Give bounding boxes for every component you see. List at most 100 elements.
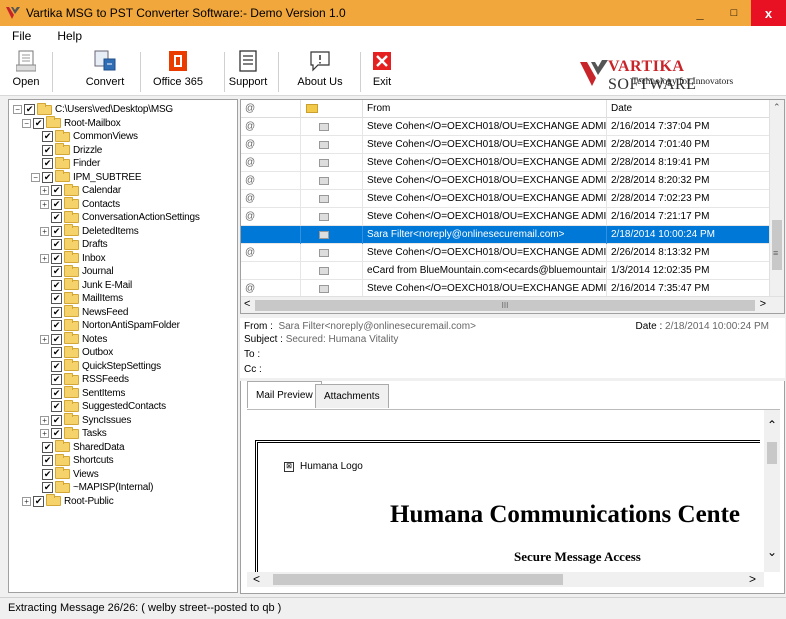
tree-node[interactable]: + ✔ Tasks	[40, 426, 107, 440]
checkbox[interactable]: ✔	[51, 198, 62, 210]
preview-scroll-down-icon[interactable]: ⌄	[767, 545, 777, 559]
horizontal-scroll-thumb[interactable]: III	[255, 300, 755, 311]
checkbox[interactable]: ✔	[51, 347, 62, 358]
tree-node[interactable]: ✔ NortonAntiSpamFolder	[51, 318, 180, 332]
tree-node[interactable]: + ✔ Notes	[40, 332, 107, 346]
close-button[interactable]: x	[751, 0, 786, 26]
tree-node[interactable]: ✔ Finder	[42, 156, 100, 170]
tree-node[interactable]: ✔ QuickStepSettings	[51, 359, 161, 373]
about-us-button[interactable]: About Us	[292, 46, 348, 96]
preview-horizontal-scrollbar[interactable]: < >	[247, 572, 764, 587]
list-vertical-scrollbar[interactable]: ⌃ ≡	[769, 100, 784, 297]
checkbox[interactable]: ✔	[24, 104, 35, 115]
message-list[interactable]: @ From Date @ Steve Cohen</O=OEXCH018/OU=…	[240, 99, 785, 314]
message-row[interactable]: Sara Filter<noreply@onlinesecuremail.com…	[241, 226, 771, 244]
tree-node[interactable]: ✔ Junk E-Mail	[51, 278, 132, 292]
checkbox[interactable]: ✔	[51, 212, 62, 223]
message-row[interactable]: @ Steve Cohen</O=OEXCH018/OU=EXCHANGE ADM…	[241, 208, 771, 226]
tree-node[interactable]: ✔ MailItems	[51, 291, 123, 305]
checkbox[interactable]: ✔	[42, 131, 53, 142]
office365-button[interactable]: Office 365	[148, 46, 208, 96]
checkbox[interactable]: ✔	[42, 158, 53, 169]
collapse-icon[interactable]: −	[31, 172, 40, 182]
open-button[interactable]: Open	[8, 46, 44, 96]
tree-node[interactable]: ✔ SentItems	[51, 386, 125, 400]
tree-node[interactable]: ✔ Outbox	[51, 345, 113, 359]
column-attachment[interactable]: @	[241, 100, 301, 118]
scroll-right-icon[interactable]: >	[760, 298, 766, 310]
tree-node[interactable]: ✔ NewsFeed	[51, 305, 128, 319]
scroll-thumb[interactable]	[772, 220, 782, 270]
expand-icon[interactable]: +	[40, 429, 49, 438]
tab-attachments[interactable]: Attachments	[315, 384, 389, 408]
message-row[interactable]: eCard from BlueMountain.com<ecards@bluem…	[241, 262, 771, 280]
checkbox[interactable]: ✔	[51, 185, 62, 196]
checkbox[interactable]: ✔	[42, 441, 53, 453]
checkbox[interactable]: ✔	[51, 360, 62, 372]
expand-icon[interactable]: +	[40, 226, 49, 236]
tree-node[interactable]: ✔ SharedData	[42, 440, 125, 454]
column-date[interactable]: Date	[607, 100, 771, 118]
tree-node[interactable]: ✔ Shortcuts	[42, 453, 114, 467]
checkbox[interactable]: ✔	[51, 401, 62, 412]
checkbox[interactable]: ✔	[42, 482, 53, 493]
checkbox[interactable]: ✔	[42, 468, 53, 480]
tree-node[interactable]: ✔ CommonViews	[42, 129, 138, 143]
checkbox[interactable]: ✔	[51, 293, 62, 304]
checkbox[interactable]: ✔	[51, 374, 62, 385]
checkbox[interactable]: ✔	[51, 333, 62, 345]
tree-node[interactable]: ✔ RSSFeeds	[51, 372, 129, 386]
checkbox[interactable]: ✔	[42, 144, 53, 156]
tree-node[interactable]: ✔ Journal	[51, 264, 114, 278]
tree-node[interactable]: ✔ ~MAPISP(Internal)	[42, 480, 153, 494]
tree-node[interactable]: + ✔ Contacts	[40, 197, 120, 211]
checkbox[interactable]: ✔	[51, 279, 62, 291]
tree-node[interactable]: + ✔ SyncIssues	[40, 413, 131, 427]
preview-scroll-up-icon[interactable]: ⌃	[767, 418, 777, 432]
collapse-icon[interactable]: −	[22, 118, 31, 128]
collapse-icon[interactable]: −	[13, 105, 22, 114]
minimize-button[interactable]: _	[683, 0, 717, 26]
preview-scroll-left-icon[interactable]: <	[253, 572, 260, 586]
message-row[interactable]: @ Steve Cohen</O=OEXCH018/OU=EXCHANGE ADM…	[241, 190, 771, 208]
tree-node[interactable]: + ✔ Calendar	[40, 183, 121, 197]
folder-tree[interactable]: − ✔ C:\Users\ved\Desktop\MSG − ✔ Root-Mailbox…	[8, 99, 238, 593]
tree-node[interactable]: − ✔ C:\Users\ved\Desktop\MSG	[13, 102, 173, 116]
checkbox[interactable]: ✔	[51, 266, 62, 277]
support-button[interactable]: Support	[226, 46, 270, 96]
convert-button[interactable]: Convert	[80, 46, 130, 96]
column-from[interactable]: From	[363, 100, 607, 118]
scroll-left-icon[interactable]: <	[244, 298, 250, 310]
checkbox[interactable]: ✔	[51, 306, 62, 318]
maximize-button[interactable]: □	[717, 0, 751, 26]
checkbox[interactable]: ✔	[51, 239, 62, 250]
message-row[interactable]: @ Steve Cohen</O=OEXCH018/OU=EXCHANGE ADM…	[241, 136, 771, 154]
tree-node[interactable]: ✔ Views	[42, 467, 99, 481]
expand-icon[interactable]: +	[40, 199, 49, 209]
expand-icon[interactable]: +	[40, 253, 49, 263]
preview-scroll-right-icon[interactable]: >	[749, 572, 756, 586]
column-icon[interactable]	[301, 100, 363, 118]
checkbox[interactable]: ✔	[51, 225, 62, 237]
expand-icon[interactable]: +	[22, 496, 31, 506]
checkbox[interactable]: ✔	[51, 428, 62, 439]
expand-icon[interactable]: +	[40, 186, 49, 195]
list-horizontal-scrollbar[interactable]: < III >	[241, 296, 784, 313]
tab-mail-preview[interactable]: Mail Preview	[247, 381, 322, 408]
expand-icon[interactable]: +	[40, 415, 49, 425]
menu-file[interactable]: File	[0, 29, 45, 43]
scroll-up-icon[interactable]: ⌃	[773, 102, 781, 113]
tree-node[interactable]: ✔ ConversationActionSettings	[51, 210, 200, 224]
tree-node[interactable]: + ✔ DeletedItems	[40, 224, 139, 238]
preview-scroll-thumb[interactable]	[767, 442, 777, 464]
message-row[interactable]: @ Steve Cohen</O=OEXCH018/OU=EXCHANGE ADM…	[241, 154, 771, 172]
checkbox[interactable]: ✔	[51, 252, 62, 264]
message-row[interactable]: @ Steve Cohen</O=OEXCH018/OU=EXCHANGE ADM…	[241, 244, 771, 262]
expand-icon[interactable]: +	[40, 334, 49, 344]
message-row[interactable]: @ Steve Cohen</O=OEXCH018/OU=EXCHANGE ADM…	[241, 118, 771, 136]
tree-node[interactable]: ✔ SuggestedContacts	[51, 399, 166, 413]
preview-hscroll-thumb[interactable]	[273, 574, 563, 585]
checkbox[interactable]: ✔	[51, 320, 62, 331]
preview-vertical-scrollbar[interactable]: ⌃ ⌄	[764, 410, 780, 572]
checkbox[interactable]: ✔	[51, 387, 62, 399]
